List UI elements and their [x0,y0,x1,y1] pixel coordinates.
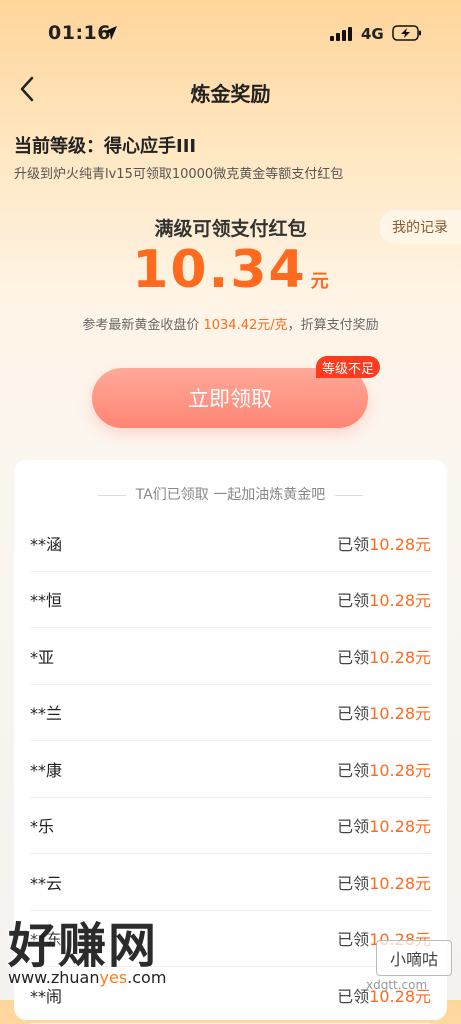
claimer-name: **涵 [30,534,63,554]
level-upgrade-tip: 升级到炉火纯青lv15可领取10000微克黄金等额支付红包 [14,167,344,182]
cell-signal-icon [330,27,352,41]
reward-unit: 元 [310,271,329,292]
ref-prefix: 参考最新黄金收盘价 [82,318,204,333]
claimed-amount: 已领10.28元 [337,760,431,780]
list-item: *亚 已领10.28元 [30,628,431,685]
watermark-badge: 小嘀咕 [376,940,452,976]
current-level: 当前等级：得心应手III [14,136,197,157]
location-arrow-icon [103,26,117,40]
watermark-badge-url: xdgtt.com [366,978,428,992]
reward-amount-row: 10.34 元 [0,240,461,300]
claimer-name: **兰 [30,704,63,724]
claimed-amount: 已领10.28元 [337,817,431,837]
reward-amount: 10.34 [132,240,307,300]
list-item: *乐 已领10.28元 [30,798,431,854]
claimer-name: *乐 [30,817,55,837]
claimed-amount: 已领10.28元 [337,873,431,893]
watermark-logo: 好赚网 www.zhuanyes.com [8,906,208,996]
list-item: **涵 已领10.28元 [30,515,431,572]
watermark-brand: 好赚网 [8,918,159,974]
claimer-name: **康 [30,760,63,780]
status-bar: 01:16 4G [0,0,461,70]
watermark-url: www.zhuanyes.com [8,968,167,987]
list-item: **兰 已领10.28元 [30,685,431,741]
list-item: **康 已领10.28元 [30,741,431,798]
gold-price: 1034.42元/克 [203,318,288,333]
list-item: **恒 已领10.28元 [30,572,431,628]
network-type: 4G [361,25,384,43]
page-title: 炼金奖励 [190,82,271,106]
ref-suffix: ，折算支付奖励 [287,318,379,333]
claimed-amount: 已领10.28元 [337,647,431,667]
gold-price-reference: 参考最新黄金收盘价 1034.42元/克，折算支付奖励 [0,314,461,333]
claimed-amount: 已领10.28元 [337,704,431,724]
battery-charging-icon [392,25,421,41]
claimer-name: **云 [30,873,63,893]
list-item: **云 已领10.28元 [30,854,431,911]
claimed-list-title: TA们已领取 一起加油炼黄金吧 [14,484,447,504]
claimed-amount: 已领10.28元 [337,534,431,554]
reward-title: 满级可领支付红包 [154,218,307,240]
claimer-name: *亚 [30,647,55,667]
level-insufficient-badge: 等级不足 [316,356,381,378]
nav-bar: 炼金奖励 [0,70,461,110]
claimed-amount: 已领10.28元 [337,591,431,611]
claimer-name: **恒 [30,591,63,611]
